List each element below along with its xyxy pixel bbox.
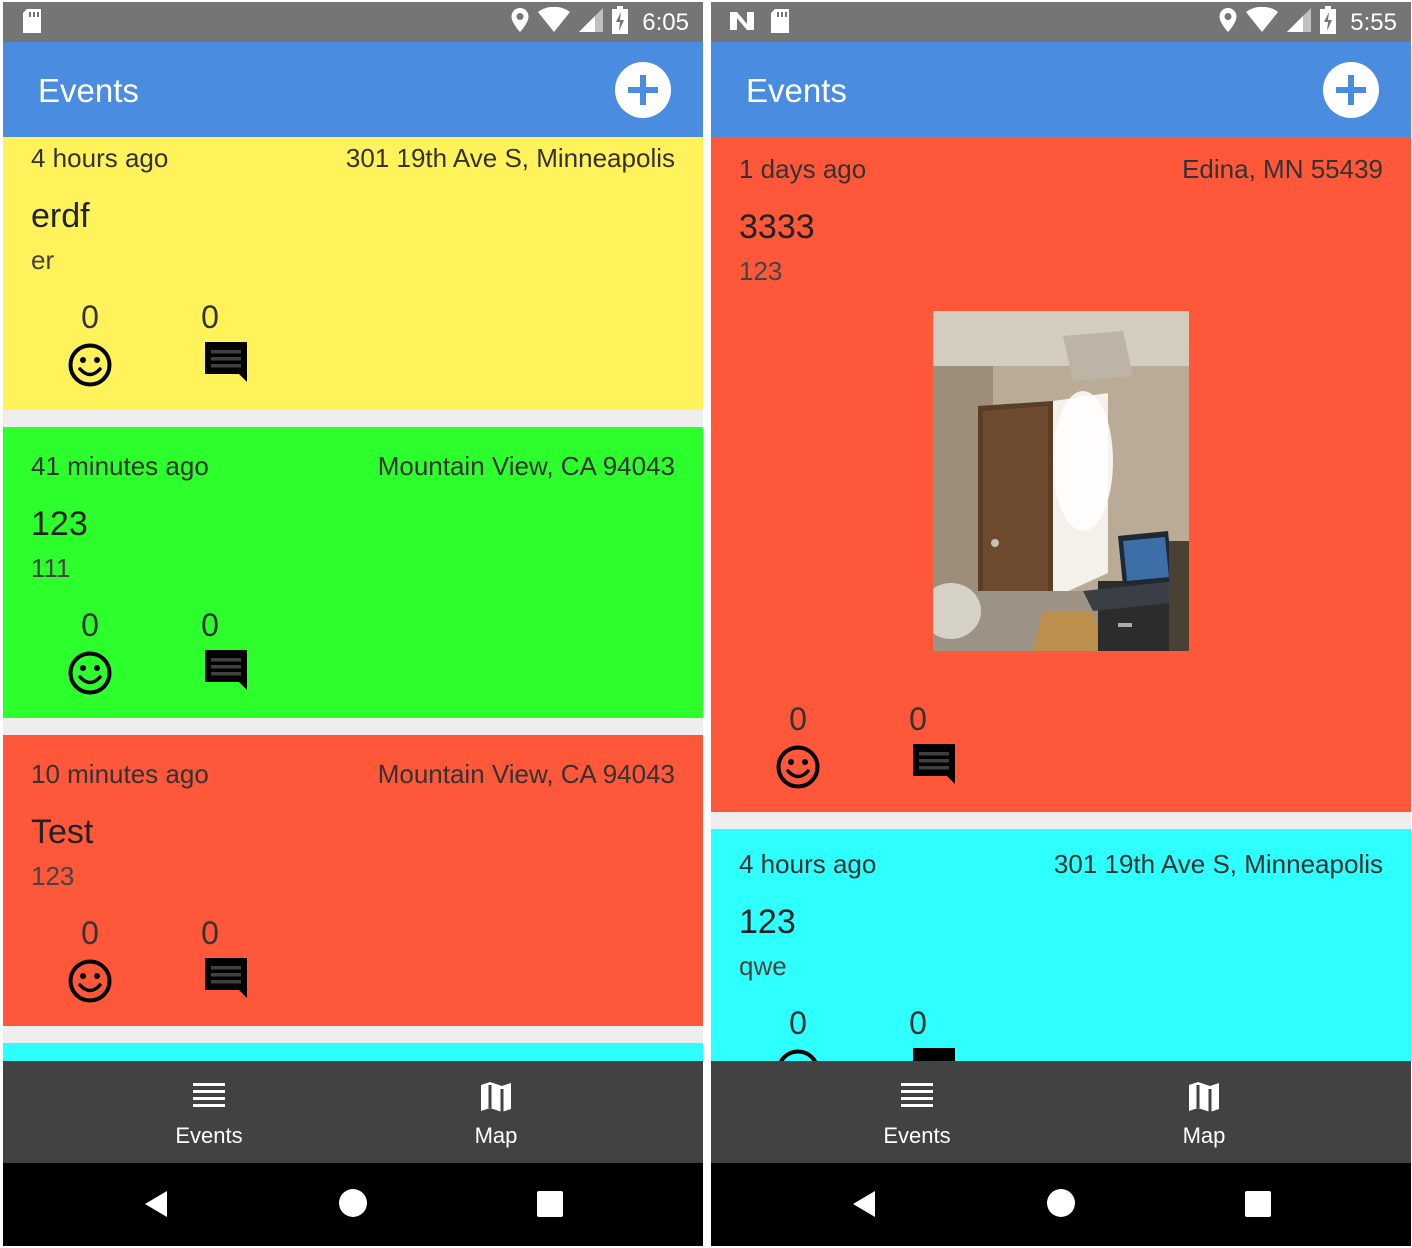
- event-card[interactable]: 4 hours ago 301 19th Ave S, Minneapolis …: [711, 829, 1411, 1061]
- comment-count: 0: [909, 1005, 927, 1041]
- bottom-navigation: Events Map: [3, 1061, 703, 1163]
- event-title: Test: [31, 813, 94, 851]
- comment-icon[interactable]: [911, 1046, 957, 1061]
- comment-count: 0: [909, 701, 927, 737]
- cell-signal-icon: [578, 7, 604, 38]
- nav-map-tab[interactable]: Map: [396, 1061, 596, 1163]
- nav-events-label: Events: [883, 1123, 951, 1148]
- back-icon[interactable]: [851, 1189, 877, 1224]
- event-description: er: [31, 245, 55, 275]
- back-icon[interactable]: [143, 1189, 169, 1224]
- event-card-partial[interactable]: [3, 1043, 703, 1061]
- sd-card-icon: [769, 8, 791, 39]
- home-icon[interactable]: [338, 1188, 368, 1223]
- smiley-icon[interactable]: [67, 958, 113, 1009]
- event-time: 1 days ago: [739, 154, 867, 184]
- app-bar: Events: [711, 42, 1411, 137]
- event-card[interactable]: 10 minutes ago Mountain View, CA 94043 T…: [3, 735, 703, 1026]
- system-navigation-bar: [3, 1163, 703, 1246]
- nfc-icon: [729, 10, 755, 37]
- nav-events-tab[interactable]: Events: [109, 1061, 309, 1163]
- app-bar: Events: [3, 42, 703, 137]
- event-description: 123: [739, 256, 783, 286]
- event-card[interactable]: 41 minutes ago Mountain View, CA 94043 1…: [3, 427, 703, 718]
- system-navigation-bar: [711, 1163, 1411, 1246]
- status-bar: 5:55: [711, 2, 1411, 42]
- event-title: erdf: [31, 197, 90, 235]
- event-location: Edina, MN 55439: [1182, 154, 1383, 184]
- comment-icon[interactable]: [203, 340, 249, 391]
- battery-charging-icon: [612, 6, 629, 39]
- recents-icon[interactable]: [537, 1191, 563, 1222]
- plus-icon: [628, 75, 658, 105]
- bottom-navigation: Events Map: [711, 1061, 1411, 1163]
- comment-icon[interactable]: [203, 648, 249, 699]
- plus-icon: [1336, 75, 1366, 105]
- smiley-icon[interactable]: [67, 650, 113, 701]
- phone-screen-left: 6:05 Events 4 hours ago 301 19th Ave S, …: [3, 2, 703, 1246]
- add-event-button[interactable]: [1323, 62, 1379, 118]
- nav-map-label: Map: [474, 1123, 518, 1148]
- event-location: 301 19th Ave S, Minneapolis: [1053, 849, 1383, 879]
- location-icon: [1218, 7, 1238, 38]
- location-icon: [510, 7, 530, 38]
- event-location: Mountain View, CA 94043: [377, 451, 675, 481]
- smiley-icon[interactable]: [775, 744, 821, 795]
- event-card[interactable]: 4 hours ago 301 19th Ave S, Minneapolis …: [3, 137, 703, 410]
- event-list: 4 hours ago 301 19th Ave S, Minneapolis …: [3, 137, 703, 1061]
- list-icon: [193, 1081, 225, 1112]
- home-icon[interactable]: [1046, 1188, 1076, 1223]
- nav-map-label: Map: [1182, 1123, 1226, 1148]
- event-title: 123: [739, 903, 796, 941]
- nav-events-label: Events: [175, 1123, 243, 1148]
- smiley-icon[interactable]: [775, 1048, 821, 1061]
- comment-count: 0: [201, 915, 219, 951]
- status-time: 5:55: [1350, 8, 1397, 36]
- event-time: 10 minutes ago: [31, 759, 209, 789]
- recents-icon[interactable]: [1245, 1191, 1271, 1222]
- add-event-button[interactable]: [615, 62, 671, 118]
- comment-count: 0: [201, 299, 219, 335]
- nav-map-tab[interactable]: Map: [1104, 1061, 1304, 1163]
- event-location: Mountain View, CA 94043: [377, 759, 675, 789]
- event-location: 301 19th Ave S, Minneapolis: [345, 143, 675, 173]
- list-icon: [901, 1081, 933, 1112]
- cell-signal-icon: [1286, 7, 1312, 38]
- event-description: 123: [31, 861, 75, 891]
- event-time: 4 hours ago: [739, 849, 877, 879]
- event-card[interactable]: 1 days ago Edina, MN 55439 3333 123 0 0: [711, 137, 1411, 812]
- status-bar: 6:05: [3, 2, 703, 42]
- wifi-icon: [538, 6, 571, 38]
- event-list: 1 days ago Edina, MN 55439 3333 123 0 0 …: [711, 137, 1411, 1061]
- page-title: Events: [746, 72, 847, 109]
- event-time: 4 hours ago: [31, 143, 169, 173]
- phone-screen-right: 5:55 Events 1 days ago Edina, MN 55439 3…: [711, 2, 1411, 1246]
- map-icon: [1188, 1081, 1220, 1118]
- reaction-count: 0: [81, 299, 99, 335]
- wifi-icon: [1246, 6, 1279, 38]
- event-description: 111: [31, 553, 71, 583]
- status-time: 6:05: [642, 8, 689, 36]
- reaction-count: 0: [789, 1005, 807, 1041]
- event-title: 3333: [739, 208, 815, 246]
- smiley-icon[interactable]: [67, 342, 113, 393]
- reaction-count: 0: [81, 915, 99, 951]
- nav-events-tab[interactable]: Events: [817, 1061, 1017, 1163]
- battery-charging-icon: [1320, 6, 1337, 39]
- page-title: Events: [38, 72, 139, 109]
- event-photo[interactable]: [933, 311, 1189, 651]
- event-title: 123: [31, 505, 88, 543]
- comment-icon[interactable]: [911, 742, 957, 793]
- reaction-count: 0: [81, 607, 99, 643]
- sd-card-icon: [21, 8, 43, 39]
- event-time: 41 minutes ago: [31, 451, 209, 481]
- map-icon: [480, 1081, 512, 1118]
- event-description: qwe: [739, 951, 787, 981]
- comment-icon[interactable]: [203, 956, 249, 1007]
- reaction-count: 0: [789, 701, 807, 737]
- comment-count: 0: [201, 607, 219, 643]
